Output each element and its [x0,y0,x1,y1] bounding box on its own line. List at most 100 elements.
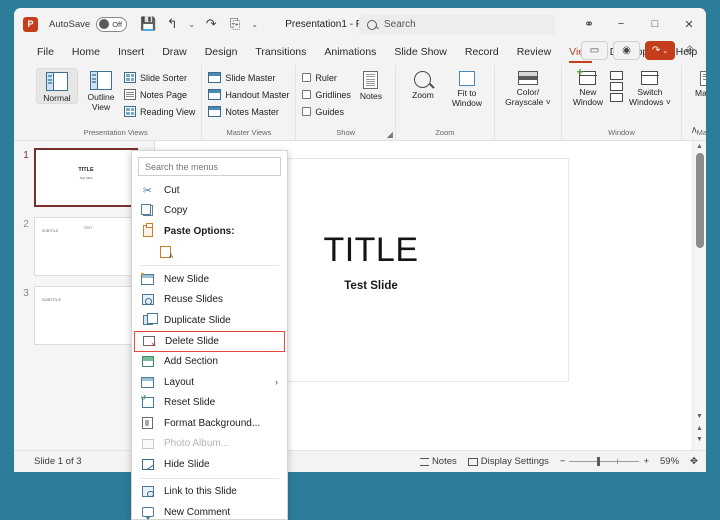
menu-header-paste-options-label: Paste Options: [164,225,235,237]
tab-review[interactable]: Review [508,41,560,64]
tab-design[interactable]: Design [196,41,247,64]
show-dialog-launcher-icon[interactable]: ◢ [387,130,393,139]
lightbulb-icon[interactable]: ⚭ [574,8,604,40]
undo-icon[interactable]: ↰ [161,13,183,35]
menu-item-cut[interactable]: ✂ Cut [132,180,287,201]
handout-master-button[interactable]: Handout Master [208,87,289,102]
cascade-icon[interactable] [609,82,623,91]
guides-label: Guides [315,106,344,117]
notes-toggle-button[interactable]: Notes [419,456,457,467]
zoom-out-button[interactable]: − [560,456,566,467]
tab-insert[interactable]: Insert [109,41,153,64]
menu-item-copy[interactable]: Copy [132,201,287,222]
normal-view-icon [46,72,68,91]
color-grayscale-icon [517,71,538,85]
autosave-label: AutoSave [49,18,91,30]
minimize-icon[interactable]: − [604,8,638,40]
record-button[interactable]: ◉ [613,41,640,60]
gridlines-checkbox[interactable]: Gridlines [302,87,351,102]
redo-icon[interactable]: ↷ [200,13,222,35]
show-checkbox-list: Ruler Gridlines Guides [302,68,351,119]
menu-item-layout[interactable]: Layout › [132,372,287,393]
zoom-slider-knob[interactable] [597,457,601,466]
tab-record[interactable]: Record [456,41,508,64]
start-presentation-icon[interactable]: ⎘ [224,13,246,35]
tab-animations[interactable]: Animations [315,41,385,64]
group-label-window: Window [608,128,635,137]
menu-item-new-comment[interactable]: New Comment [132,502,287,520]
menu-item-duplicate-slide[interactable]: Duplicate Slide [132,310,287,331]
slide-master-button[interactable]: Slide Master [208,70,289,85]
zoom-button[interactable]: Zoom [402,68,444,100]
slide-context-menu: Search the menus ✂ Cut Copy Paste Option… [131,150,288,520]
next-slide-icon[interactable]: ▼ [693,436,706,443]
notes-button[interactable]: Notes [353,68,389,101]
new-slide-icon [140,271,155,285]
outline-view-button[interactable]: Outline View [80,68,122,112]
search-input[interactable]: Search [359,14,555,35]
ruler-checkbox[interactable]: Ruler [302,70,351,85]
reading-view-button[interactable]: Reading View [124,104,195,119]
menu-item-reuse-slides[interactable]: Reuse Slides [132,290,287,311]
tab-draw[interactable]: Draw [153,41,196,64]
group-label-zoom: Zoom [435,128,455,137]
share-button[interactable]: ↷ ⌄ [645,41,675,60]
menu-item-hide-slide[interactable]: Hide Slide [132,454,287,475]
move-split-icon[interactable] [609,93,623,102]
tab-transitions[interactable]: Transitions [246,41,315,64]
autosave-toggle[interactable]: Off [96,16,128,32]
zoom-slider[interactable]: − + [560,456,649,467]
scrollbar-thumb[interactable] [696,153,704,248]
menu-item-new-slide[interactable]: New Slide [132,269,287,290]
normal-view-button[interactable]: Normal [36,68,78,104]
new-window-button[interactable]: + New Window [568,66,608,107]
thumbnail-2-mid-text: ·TEXT [83,226,93,230]
group-label-presentation-views: Presentation Views [83,128,148,137]
close-icon[interactable]: ✕ [672,8,706,40]
handout-master-icon [208,89,222,100]
notes-page-button[interactable]: Notes Page [124,87,195,102]
switch-windows-button[interactable]: Switch Windows ˅ [625,68,675,107]
previous-slide-icon[interactable]: ▲ [693,425,706,432]
outline-view-icon [90,71,112,90]
reset-slide-icon [140,394,155,409]
tab-slide-show[interactable]: Slide Show [385,41,456,64]
save-icon[interactable]: 💾 [137,13,159,35]
group-label-master-views: Master Views [226,128,272,137]
menu-item-delete-slide[interactable]: Delete Slide [134,330,285,352]
tab-home[interactable]: Home [63,41,109,64]
thumbnail-1-title: TITLE [78,167,94,173]
menu-item-reset-slide[interactable]: Reset Slide [132,393,287,414]
slide-master-label: Slide Master [225,72,276,83]
zoom-in-button[interactable]: + [643,456,649,467]
zoom-level-label[interactable]: 59% [660,456,679,467]
zoom-slider-track[interactable] [569,457,640,466]
customize-qat-icon[interactable]: ⌄ [248,13,261,35]
notes-master-button[interactable]: Notes Master [208,104,289,119]
comments-button[interactable]: ▭ [581,41,608,60]
vertical-scrollbar[interactable]: ▲ ▼ ▲ ▼ [692,141,706,462]
reading-view-label: Reading View [140,106,196,117]
color-grayscale-button[interactable]: Color/ Grayscale ˅ [501,68,555,107]
guides-checkbox[interactable]: Guides [302,104,351,119]
scroll-up-icon[interactable]: ▲ [693,143,706,150]
menu-item-link-to-this-slide[interactable]: Link to this Slide [132,482,287,503]
menu-item-add-section[interactable]: Add Section [132,352,287,373]
slide-sorter-button[interactable]: Slide Sorter [124,70,195,85]
fit-slide-to-window-icon[interactable]: ✥ [690,456,698,467]
collapse-ribbon-icon[interactable]: ∧ [691,125,698,136]
arrange-all-icon[interactable] [609,71,623,80]
menu-item-format-background[interactable]: Format Background... [132,413,287,434]
thumbnail-1-subtitle: Test Slide [79,176,93,180]
tab-file[interactable]: File [28,41,63,64]
macros-button[interactable]: Macros [688,68,706,98]
display-settings-button[interactable]: Display Settings [467,456,549,467]
reuse-slides-icon [140,294,155,306]
maximize-icon[interactable]: □ [638,8,672,40]
fit-to-window-button[interactable]: Fit to Window [446,68,488,108]
paste-keep-text-icon[interactable] [158,245,173,260]
scroll-down-icon[interactable]: ▼ [693,413,706,420]
present-in-teams-icon[interactable]: ⎆ [680,41,700,60]
menu-search-input[interactable]: Search the menus [138,157,281,176]
undo-dropdown-icon[interactable]: ⌄ [185,13,198,35]
